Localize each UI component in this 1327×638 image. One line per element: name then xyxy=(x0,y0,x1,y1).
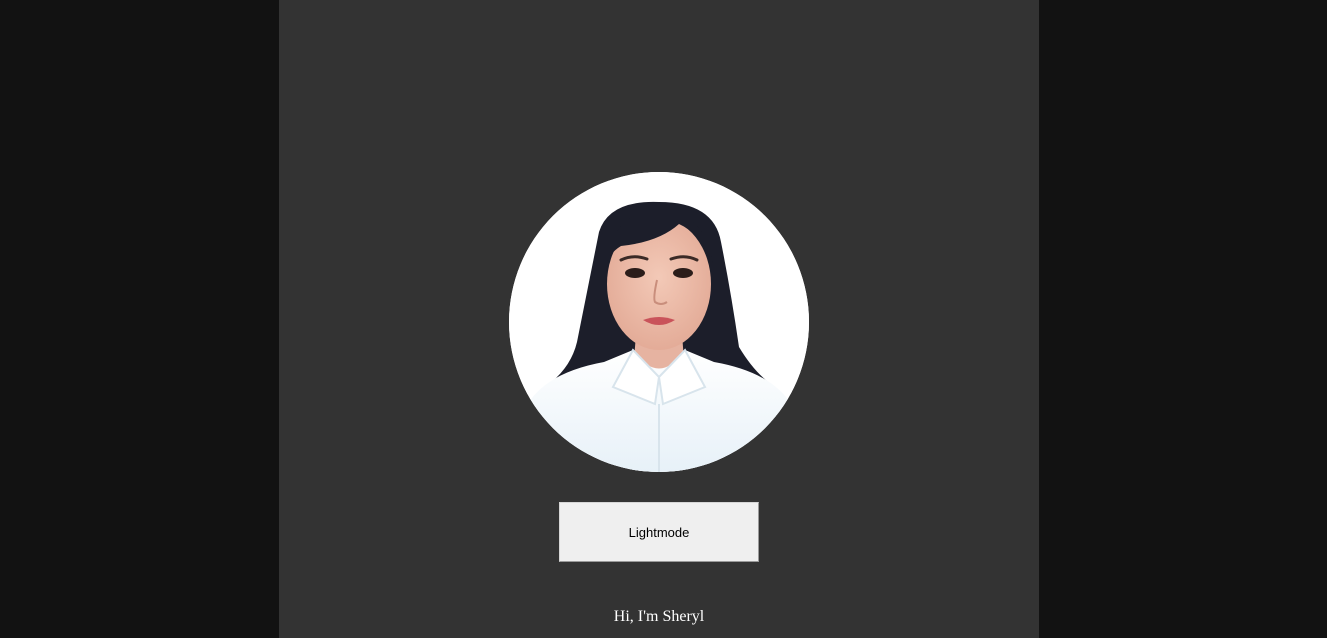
portrait-image xyxy=(509,172,809,472)
main-panel: Lightmode Hi, I'm Sheryl xyxy=(279,0,1039,638)
profile-photo xyxy=(509,172,809,472)
lightmode-button[interactable]: Lightmode xyxy=(559,502,759,562)
greeting-text: Hi, I'm Sheryl xyxy=(613,608,705,625)
page: Lightmode Hi, I'm Sheryl xyxy=(0,0,1327,638)
